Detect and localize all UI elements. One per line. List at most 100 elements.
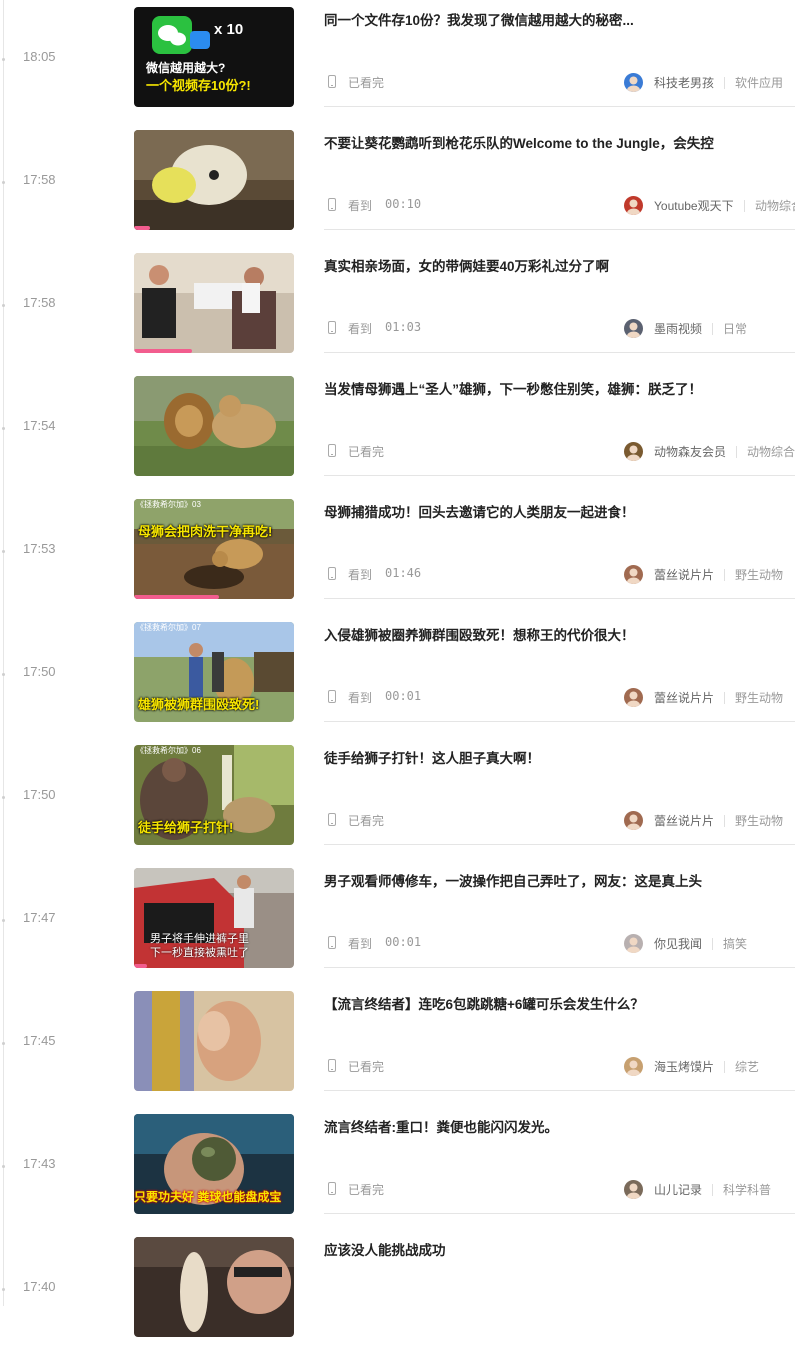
phone-icon <box>328 321 336 334</box>
video-title[interactable]: 母狮捕猎成功！回头去邀请它的人类朋友一起进食！ <box>324 501 794 521</box>
history-item[interactable]: 17:40 应该没人能挑战成功 <box>0 1230 795 1353</box>
video-thumbnail[interactable] <box>134 376 294 476</box>
watch-status: 看到 <box>348 937 373 951</box>
history-item[interactable]: 18:05 x 10 微信越用越大? 一个视频存10份?! 同一个文件存10份？我发现了… <box>0 0 795 123</box>
video-title[interactable]: 男子观看师傅修车，一波操作把自己弄吐了，网友：这是真上头 <box>324 870 794 890</box>
video-thumbnail[interactable]: 《拯救希尔加》07 雄狮被狮群围殴致死! <box>134 622 294 722</box>
timeline-dot <box>2 1165 5 1168</box>
video-thumbnail[interactable] <box>134 991 294 1091</box>
video-thumbnail[interactable] <box>134 130 294 230</box>
history-item[interactable]: 17:47 男子将手伸进裤子里 下一秒直接被熏吐了 男子观看师傅修车，一波操作把自己弄… <box>0 861 795 984</box>
history-item[interactable]: 17:58 真实相亲场面，女的带俩娃要40万彩礼过分了啊 看到 01:03 墨雨视频 日常 <box>0 246 795 369</box>
video-title[interactable]: 【流言终结者】连吃6包跳跳糖+6罐可乐会发生什么？ <box>324 993 794 1013</box>
author-name[interactable]: 墨雨视频 <box>654 320 702 337</box>
history-item[interactable]: 17:50 《拯救希尔加》07 雄狮被狮群围殴致死! 入侵雄狮被圈养狮群围殴致死！想称… <box>0 615 795 738</box>
video-thumbnail[interactable]: 只要功夫好 粪球也能盘成宝 <box>134 1114 294 1214</box>
author-avatar[interactable] <box>624 934 643 953</box>
video-thumbnail[interactable]: 男子将手伸进裤子里 下一秒直接被熏吐了 <box>134 868 294 968</box>
video-meta: 看到 01:03 墨雨视频 日常 <box>324 319 795 339</box>
author-avatar[interactable] <box>624 1180 643 1199</box>
author-avatar[interactable] <box>624 811 643 830</box>
watch-status: 看到 <box>348 691 373 705</box>
category-tag[interactable]: 日常 <box>723 320 747 337</box>
thumbnail-series-tag: 《拯救希尔加》03 <box>136 500 201 509</box>
timeline-dot <box>2 181 5 184</box>
watch-position: 00:01 <box>385 689 422 703</box>
video-thumbnail[interactable]: 《拯救希尔加》03 母狮会把肉洗干净再吃! <box>134 499 294 599</box>
phone-icon <box>328 1059 336 1072</box>
watch-time-of-day: 17:50 <box>23 787 56 802</box>
history-item[interactable]: 17:50 《拯救希尔加》06 徒手给狮子打针! 徒手给狮子打针！这人胆子真大啊！ 已看… <box>0 738 795 861</box>
video-title[interactable]: 应该没人能挑战成功 <box>324 1239 794 1259</box>
video-title[interactable]: 真实相亲场面，女的带俩娃要40万彩礼过分了啊 <box>324 255 794 275</box>
meta-separator <box>712 323 713 335</box>
author-name[interactable]: 你见我闻 <box>654 935 702 952</box>
video-title[interactable]: 流言终结者:重口！粪便也能闪闪发光。 <box>324 1116 794 1136</box>
author-name[interactable]: 蕾丝说片片 <box>654 566 714 583</box>
history-item[interactable]: 17:45 【流言终结者】连吃6包跳跳糖+6罐可乐会发生什么？ 已看完 海玉烤馍片 综艺 <box>0 984 795 1107</box>
author-avatar[interactable] <box>624 73 643 92</box>
video-thumbnail[interactable]: 《拯救希尔加》06 徒手给狮子打针! <box>134 745 294 845</box>
author-avatar[interactable] <box>624 688 643 707</box>
watch-status: 看到 <box>348 568 373 582</box>
row-divider <box>324 967 795 968</box>
watch-time-of-day: 17:58 <box>23 295 56 310</box>
row-divider <box>324 229 795 230</box>
category-tag[interactable]: 科学科普 <box>723 1181 771 1198</box>
video-meta: 已看完 蕾丝说片片 野生动物 <box>324 811 795 831</box>
phone-icon <box>328 75 336 88</box>
meta-separator <box>712 938 713 950</box>
author-name[interactable]: 动物森友会员 <box>654 443 726 460</box>
history-item[interactable]: 17:54 当发情母狮遇上“圣人”雄狮，下一秒憋住别笑，雄狮：朕乏了！ 已看完 动物森… <box>0 369 795 492</box>
author-name[interactable]: 海玉烤馍片 <box>654 1058 714 1075</box>
author-name[interactable]: 蕾丝说片片 <box>654 689 714 706</box>
category-tag[interactable]: 野生动物 <box>735 812 783 829</box>
author-avatar[interactable] <box>624 196 643 215</box>
video-thumbnail[interactable] <box>134 253 294 353</box>
phone-icon <box>328 1182 336 1195</box>
author-avatar[interactable] <box>624 319 643 338</box>
video-title[interactable]: 当发情母狮遇上“圣人”雄狮，下一秒憋住别笑，雄狮：朕乏了！ <box>324 378 794 398</box>
category-tag[interactable]: 野生动物 <box>735 689 783 706</box>
meta-separator <box>724 692 725 704</box>
category-tag[interactable]: 野生动物 <box>735 566 783 583</box>
video-title[interactable]: 同一个文件存10份？我发现了微信越用越大的秘密... <box>324 9 794 29</box>
video-title[interactable]: 不要让葵花鹦鹉听到枪花乐队的Welcome to the Jungle，会失控 <box>324 132 794 152</box>
video-title[interactable]: 入侵雄狮被圈养狮群围殴致死！想称王的代价很大！ <box>324 624 794 644</box>
watch-time-of-day: 18:05 <box>23 49 56 64</box>
row-divider <box>324 1090 795 1091</box>
row-divider <box>324 352 795 353</box>
author-avatar[interactable] <box>624 565 643 584</box>
category-tag[interactable]: 软件应用 <box>735 74 783 91</box>
thumbnail-badge: x 10 <box>214 21 244 38</box>
author-name[interactable]: 山儿记录 <box>654 1181 702 1198</box>
category-tag[interactable]: 动物综合 <box>747 443 795 460</box>
watch-position: 00:01 <box>385 935 422 949</box>
author-name[interactable]: 科技老男孩 <box>654 74 714 91</box>
video-title[interactable]: 徒手给狮子打针！这人胆子真大啊！ <box>324 747 794 767</box>
author-avatar[interactable] <box>624 442 643 461</box>
category-tag[interactable]: 搞笑 <box>723 935 747 952</box>
category-tag[interactable]: 综艺 <box>735 1058 759 1075</box>
history-item[interactable]: 17:53 《拯救希尔加》03 母狮会把肉洗干净再吃! 母狮捕猎成功！回头去邀请它的人… <box>0 492 795 615</box>
row-divider <box>324 1213 795 1214</box>
category-tag[interactable]: 动物综合 <box>755 197 795 214</box>
video-thumbnail[interactable] <box>134 1237 294 1337</box>
phone-icon <box>328 936 336 949</box>
watch-status: 已看完 <box>348 814 385 828</box>
video-thumbnail[interactable]: x 10 微信越用越大? 一个视频存10份?! <box>134 7 294 107</box>
timeline-dot <box>2 1042 5 1045</box>
thumbnail-caption: 雄狮被狮群围殴致死! <box>138 697 260 712</box>
author-name[interactable]: Youtube观天下 <box>654 197 734 214</box>
history-item[interactable]: 17:43 只要功夫好 粪球也能盘成宝 流言终结者:重口！粪便也能闪闪发光。 已看完 山… <box>0 1107 795 1230</box>
history-item[interactable]: 17:58 不要让葵花鹦鹉听到枪花乐队的Welcome to the Jungle… <box>0 123 795 246</box>
watch-status: 已看完 <box>348 76 385 90</box>
timeline-dot <box>2 58 5 61</box>
author-avatar[interactable] <box>624 1057 643 1076</box>
timeline-dot <box>2 673 5 676</box>
author-name[interactable]: 蕾丝说片片 <box>654 812 714 829</box>
watch-time-of-day: 17:50 <box>23 664 56 679</box>
phone-icon <box>328 567 336 580</box>
timeline-dot <box>2 427 5 430</box>
watch-progress-bar <box>134 226 150 230</box>
